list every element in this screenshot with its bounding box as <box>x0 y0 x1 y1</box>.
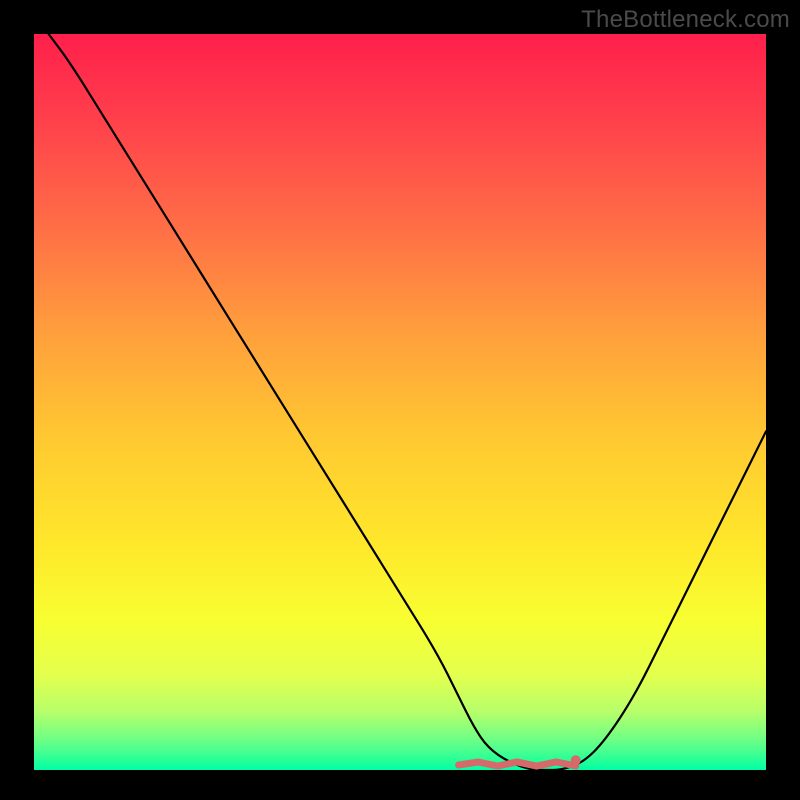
bottleneck-curve-svg <box>34 34 766 770</box>
watermark-text: TheBottleneck.com <box>581 6 790 34</box>
optimal-end-dot <box>571 755 581 765</box>
bottleneck-curve-line <box>49 34 766 770</box>
chart-frame: TheBottleneck.com <box>0 0 800 800</box>
plot-area <box>34 34 766 770</box>
optimal-band-marker <box>459 762 576 766</box>
